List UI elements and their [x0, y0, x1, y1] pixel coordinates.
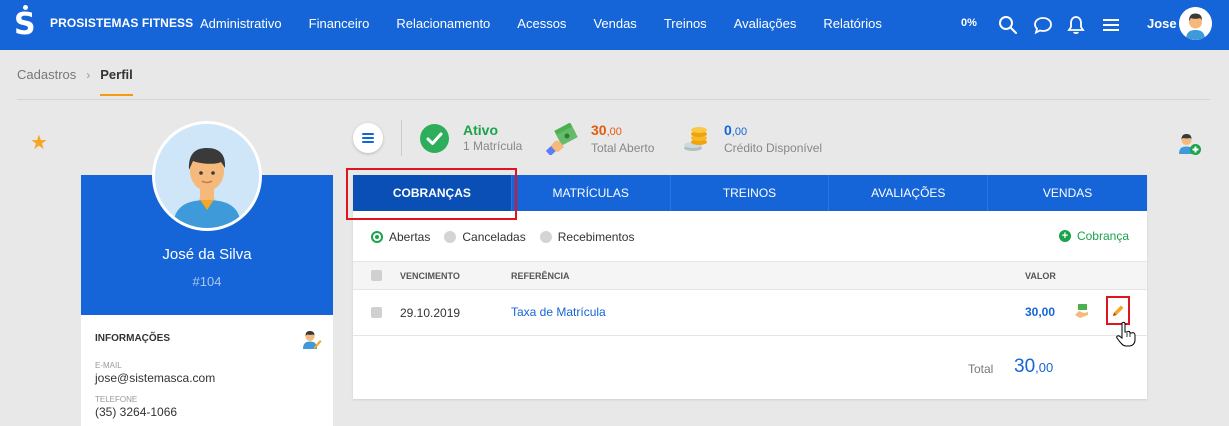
table-header: VENCIMENTO REFERÊNCIA VALOR	[353, 261, 1147, 290]
stats-divider	[401, 120, 402, 156]
nav-item-vendas[interactable]: Vendas	[593, 16, 636, 31]
info-title: INFORMAÇÕES	[95, 333, 170, 344]
add-charge-label: Cobrança	[1076, 229, 1129, 243]
logo-icon[interactable]: S	[14, 5, 36, 44]
user-avatar[interactable]	[1179, 7, 1212, 40]
user-avatar-icon	[1179, 7, 1212, 40]
row-reference-link[interactable]: Taxa de Matrícula	[511, 305, 606, 319]
table-row[interactable]: 29.10.2019 Taxa de Matrícula 30,00	[353, 290, 1147, 347]
select-all-checkbox[interactable]	[371, 270, 382, 281]
tab-treinos[interactable]: TREINOS	[671, 175, 830, 211]
top-navbar: S PROSISTEMAS FITNESS Administrativo Fin…	[0, 0, 1229, 50]
total-value: 30,00	[1014, 356, 1053, 378]
nav-item-relatorios[interactable]: Relatórios	[823, 16, 882, 31]
pencil-icon[interactable]	[1111, 303, 1126, 318]
tab-avaliacoes[interactable]: AVALIAÇÕES	[829, 175, 989, 211]
profile-name: José da Silva	[162, 246, 252, 263]
info-panel: INFORMAÇÕES E-MAIL jose@sistemasca.com T…	[81, 315, 333, 426]
credit-stat: 0,00 Crédito Disponível	[724, 121, 822, 155]
plus-circle-icon: +	[1058, 230, 1071, 242]
email-label: E-MAIL	[95, 361, 122, 370]
edit-user-icon[interactable]	[300, 328, 322, 350]
status-stat: Ativo 1 Matrícula	[463, 121, 522, 153]
row-checkbox[interactable]	[371, 307, 382, 318]
profile-avatar[interactable]	[152, 121, 262, 231]
status-sub: 1 Matrícula	[463, 139, 523, 153]
tab-vendas[interactable]: VENDAS	[988, 175, 1147, 211]
profile-id: #104	[192, 274, 222, 289]
filter-canceladas[interactable]: Canceladas	[444, 230, 526, 244]
open-total-int: 30	[591, 122, 607, 138]
filter-canceladas-label: Canceladas	[462, 230, 526, 244]
open-total-sub: Total Aberto	[591, 141, 655, 155]
col-valor[interactable]: VALOR	[1025, 271, 1056, 281]
radio-selected[interactable]	[371, 231, 383, 243]
chevron-right-icon: ›	[86, 67, 91, 82]
row-due-date: 29.10.2019	[400, 306, 461, 320]
divider	[17, 99, 1210, 100]
progress-percent[interactable]: 0%	[961, 17, 977, 29]
nav-item-financeiro[interactable]: Financeiro	[309, 16, 370, 31]
col-referencia[interactable]: REFERÊNCIA	[511, 271, 570, 281]
nav-item-administrativo[interactable]: Administrativo	[200, 16, 282, 31]
money-hand-icon	[546, 123, 578, 155]
nav-item-avaliacoes[interactable]: Avaliações	[734, 16, 797, 31]
nav-item-relacionamento[interactable]: Relacionamento	[396, 16, 490, 31]
hand-cursor-icon	[1116, 321, 1136, 347]
radio-unselected[interactable]	[539, 231, 552, 243]
credit-int: 0	[724, 122, 732, 138]
open-total-dec: ,00	[606, 126, 622, 138]
chat-icon[interactable]	[1032, 14, 1054, 36]
options-menu-button[interactable]	[353, 123, 383, 153]
credit-sub: Crédito Disponível	[724, 141, 823, 155]
filter-group: Abertas Canceladas Recebimentos	[371, 230, 648, 244]
main-menu: Administrativo Financeiro Relacionamento…	[200, 16, 909, 31]
check-circle-icon	[420, 124, 449, 153]
email-value: jose@sistemasca.com	[95, 371, 216, 385]
row-value: 30,00	[1025, 305, 1056, 319]
star-icon[interactable]: ★	[30, 133, 48, 153]
breadcrumb: Cadastros › Perfil	[17, 67, 133, 96]
status-value: Ativo	[463, 122, 498, 138]
filter-recebimentos-label: Recebimentos	[557, 230, 635, 244]
add-charge-button[interactable]: + Cobrança	[1058, 229, 1129, 243]
tab-highlight-box	[346, 168, 517, 220]
person-avatar-icon	[155, 124, 259, 228]
phone-label: TELEFONE	[95, 395, 138, 404]
credit-dec: ,00	[731, 126, 748, 138]
search-icon[interactable]	[997, 14, 1019, 36]
coins-icon	[684, 127, 707, 151]
col-vencimento[interactable]: VENCIMENTO	[400, 271, 460, 281]
user-name[interactable]: Jose	[1147, 16, 1177, 31]
total-int: 30	[1014, 356, 1036, 377]
filter-abertas[interactable]: Abertas	[371, 230, 430, 244]
open-total-stat: 30,00 Total Aberto	[591, 121, 654, 155]
breadcrumb-current: Perfil	[100, 67, 133, 96]
total-dec: ,00	[1035, 360, 1054, 375]
phone-value: (35) 3264-1066	[95, 405, 178, 419]
tab-matriculas[interactable]: MATRÍCULAS	[512, 175, 671, 211]
breadcrumb-root[interactable]: Cadastros	[17, 67, 76, 82]
nav-item-treinos[interactable]: Treinos	[664, 16, 707, 31]
bell-icon[interactable]	[1065, 14, 1087, 36]
receive-payment-icon[interactable]	[1074, 303, 1090, 319]
filter-abertas-label: Abertas	[389, 230, 431, 244]
nav-item-acessos[interactable]: Acessos	[517, 16, 566, 31]
filter-recebimentos[interactable]: Recebimentos	[539, 230, 635, 244]
brand-name[interactable]: PROSISTEMAS FITNESS	[50, 16, 193, 30]
total-label: Total	[968, 362, 994, 376]
add-user-icon[interactable]	[1176, 130, 1202, 156]
radio-unselected[interactable]	[444, 231, 457, 243]
hamburger-icon[interactable]	[1100, 14, 1122, 36]
